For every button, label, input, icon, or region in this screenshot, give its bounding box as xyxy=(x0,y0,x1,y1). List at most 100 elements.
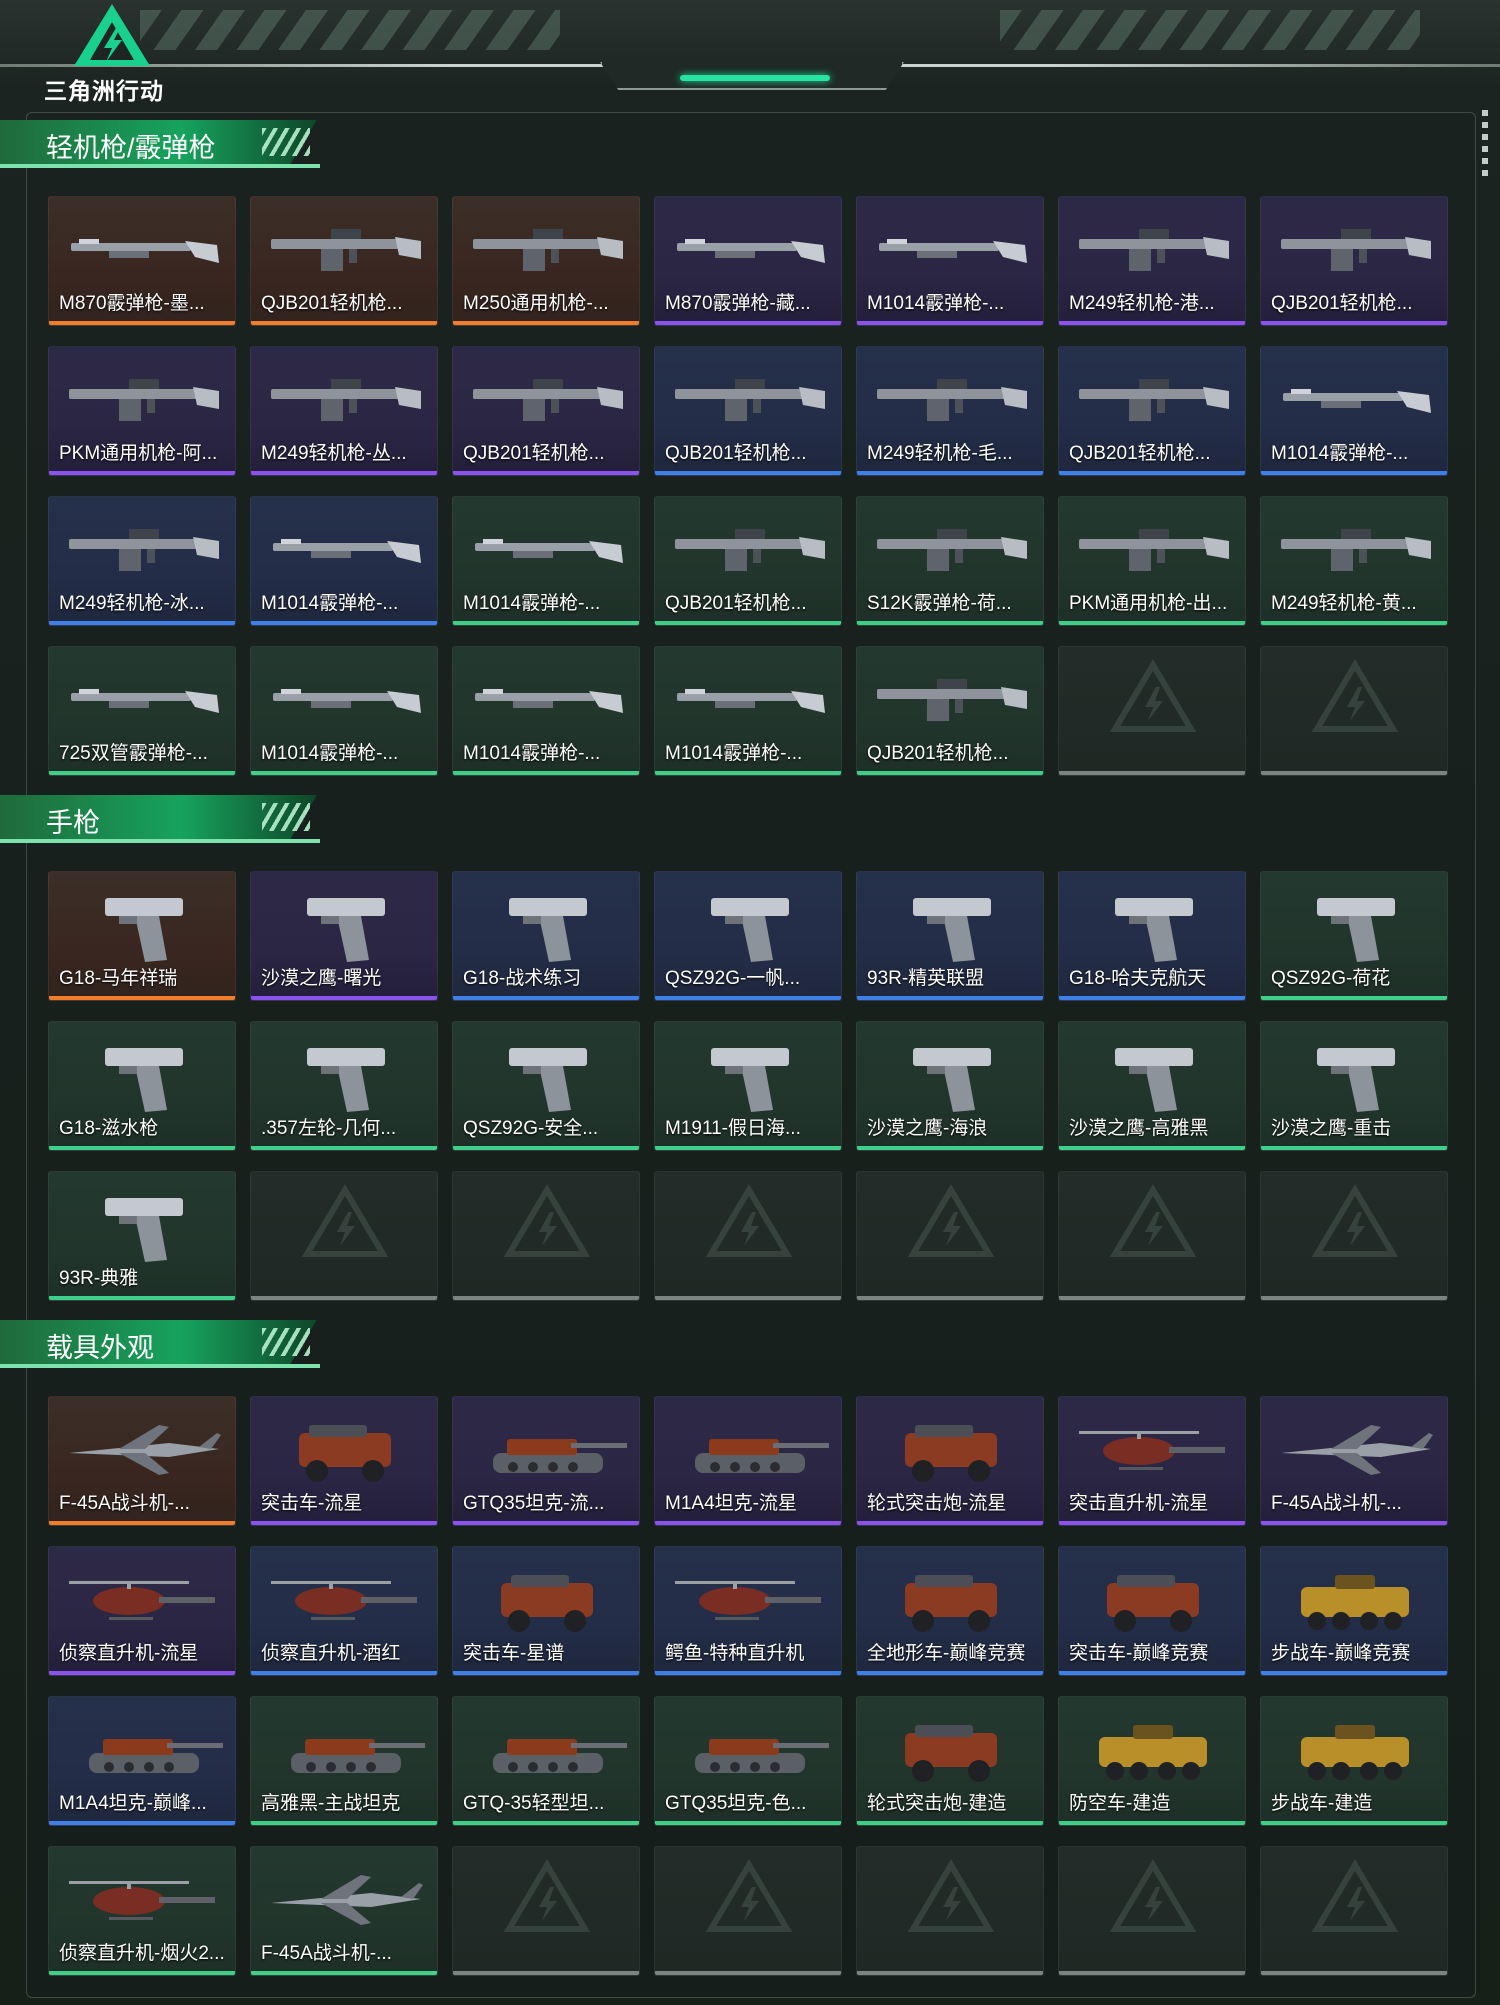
item-card[interactable]: QSZ92G-一帆... xyxy=(654,871,842,1001)
placeholder-icon xyxy=(1311,1184,1399,1257)
item-card[interactable]: M1A4坦克-流星 xyxy=(654,1396,842,1526)
item-card[interactable]: .357左轮-几何... xyxy=(250,1021,438,1151)
item-card[interactable]: M1911-假日海... xyxy=(654,1021,842,1151)
placeholder-icon xyxy=(301,1184,389,1257)
item-card[interactable]: QJB201轻机枪... xyxy=(452,346,640,476)
rarity-bar xyxy=(857,1971,1043,1975)
item-card[interactable]: M1014霰弹枪-... xyxy=(452,646,640,776)
item-card[interactable]: 突击车-星谱 xyxy=(452,1546,640,1676)
rarity-bar xyxy=(453,471,639,475)
heli-icon xyxy=(675,1581,821,1620)
truck-icon xyxy=(905,1425,997,1482)
item-card[interactable]: M1014霰弹枪-... xyxy=(856,196,1044,326)
item-card[interactable]: 沙漠之鹰-海浪 xyxy=(856,1021,1044,1151)
item-name: QJB201轻机枪... xyxy=(665,593,807,614)
rarity-bar xyxy=(49,1521,235,1525)
item-card[interactable]: 93R-精英联盟 xyxy=(856,871,1044,1001)
item-card[interactable]: F-45A战斗机-... xyxy=(48,1396,236,1526)
lmg-icon xyxy=(271,229,421,271)
item-card[interactable]: QJB201轻机枪... xyxy=(856,646,1044,776)
item-card[interactable]: G18-哈夫克航天 xyxy=(1058,871,1246,1001)
item-card[interactable]: 沙漠之鹰-高雅黑 xyxy=(1058,1021,1246,1151)
item-card[interactable]: GTQ35坦克-色... xyxy=(654,1696,842,1826)
item-name: 93R-精英联盟 xyxy=(867,968,985,989)
item-card[interactable]: 沙漠之鹰-重击 xyxy=(1260,1021,1448,1151)
item-card[interactable]: M1014霰弹枪-... xyxy=(250,646,438,776)
item-name: G18-哈夫克航天 xyxy=(1069,968,1207,989)
item-card[interactable]: 93R-典雅 xyxy=(48,1171,236,1301)
item-name: 防空车-建造 xyxy=(1069,1793,1171,1814)
item-card[interactable]: F-45A战斗机-... xyxy=(250,1846,438,1976)
empty-slot xyxy=(452,1171,640,1301)
item-card[interactable]: 突击车-流星 xyxy=(250,1396,438,1526)
item-card[interactable]: M1A4坦克-巅峰... xyxy=(48,1696,236,1826)
item-name: 突击车-流星 xyxy=(261,1493,363,1514)
item-card[interactable]: QJB201轻机枪... xyxy=(654,496,842,626)
item-card[interactable]: M249轻机枪-冰... xyxy=(48,496,236,626)
item-name: M1A4坦克-流星 xyxy=(665,1493,797,1514)
item-card[interactable]: 轮式突击炮-建造 xyxy=(856,1696,1044,1826)
placeholder-icon xyxy=(1109,1184,1197,1257)
item-card[interactable]: 侦察直升机-酒红 xyxy=(250,1546,438,1676)
item-card[interactable]: 高雅黑-主战坦克 xyxy=(250,1696,438,1826)
item-card[interactable]: 防空车-建造 xyxy=(1058,1696,1246,1826)
item-card[interactable]: QSZ92G-安全... xyxy=(452,1021,640,1151)
shotgun-icon xyxy=(71,239,219,263)
item-card[interactable]: 鳄鱼-特种直升机 xyxy=(654,1546,842,1676)
item-card[interactable]: M250通用机枪-... xyxy=(452,196,640,326)
item-card[interactable]: 沙漠之鹰-曙光 xyxy=(250,871,438,1001)
item-card[interactable]: M870霰弹枪-藏... xyxy=(654,196,842,326)
jet-icon xyxy=(1281,1425,1433,1475)
rarity-bar xyxy=(1059,1296,1245,1300)
item-card[interactable]: M1014霰弹枪-... xyxy=(1260,346,1448,476)
item-card[interactable]: PKM通用机枪-出... xyxy=(1058,496,1246,626)
item-card[interactable]: QJB201轻机枪... xyxy=(654,346,842,476)
lmg-icon xyxy=(877,379,1027,421)
item-card[interactable]: M249轻机枪-丛... xyxy=(250,346,438,476)
heli-icon xyxy=(1079,1431,1225,1470)
item-card[interactable]: G18-战术练习 xyxy=(452,871,640,1001)
item-card[interactable]: GTQ35坦克-流... xyxy=(452,1396,640,1526)
item-card[interactable]: 侦察直升机-烟火2... xyxy=(48,1846,236,1976)
item-card[interactable]: 侦察直升机-流星 xyxy=(48,1546,236,1676)
item-card[interactable]: M1014霰弹枪-... xyxy=(250,496,438,626)
item-name: 突击直升机-流星 xyxy=(1069,1493,1209,1514)
item-card[interactable]: M249轻机枪-毛... xyxy=(856,346,1044,476)
rarity-bar xyxy=(453,1821,639,1825)
rarity-bar xyxy=(251,996,437,1000)
item-card[interactable]: 步战车-建造 xyxy=(1260,1696,1448,1826)
item-card[interactable]: M249轻机枪-港... xyxy=(1058,196,1246,326)
item-card[interactable]: 725双管霰弹枪-... xyxy=(48,646,236,776)
rarity-bar xyxy=(1261,321,1447,325)
item-card[interactable]: PKM通用机枪-阿... xyxy=(48,346,236,476)
item-card[interactable]: QJB201轻机枪... xyxy=(250,196,438,326)
item-card[interactable]: 步战车-巅峰竞赛 xyxy=(1260,1546,1448,1676)
item-card[interactable]: 突击车-巅峰竞赛 xyxy=(1058,1546,1246,1676)
item-name: M1A4坦克-巅峰... xyxy=(59,1793,207,1814)
rarity-bar xyxy=(1059,771,1245,775)
item-card[interactable]: M1014霰弹枪-... xyxy=(452,496,640,626)
item-card[interactable]: QJB201轻机枪... xyxy=(1058,346,1246,476)
item-card[interactable]: G18-滋水枪 xyxy=(48,1021,236,1151)
apc-icon xyxy=(1301,1725,1409,1780)
item-card[interactable]: 突击直升机-流星 xyxy=(1058,1396,1246,1526)
item-card[interactable]: G18-马年祥瑞 xyxy=(48,871,236,1001)
item-card[interactable]: 全地形车-巅峰竞赛 xyxy=(856,1546,1044,1676)
item-card[interactable]: M249轻机枪-黄... xyxy=(1260,496,1448,626)
rarity-bar xyxy=(1059,1521,1245,1525)
item-card[interactable]: M1014霰弹枪-... xyxy=(654,646,842,776)
item-card[interactable]: QJB201轻机枪... xyxy=(1260,196,1448,326)
item-card[interactable]: 轮式突击炮-流星 xyxy=(856,1396,1044,1526)
lmg-icon xyxy=(473,379,623,421)
item-card[interactable]: GTQ-35轻型坦... xyxy=(452,1696,640,1826)
item-card[interactable]: S12K霰弹枪-荷... xyxy=(856,496,1044,626)
item-card[interactable]: M870霰弹枪-墨... xyxy=(48,196,236,326)
item-card[interactable]: F-45A战斗机-... xyxy=(1260,1396,1448,1526)
item-name: M1014霰弹枪-... xyxy=(261,593,399,614)
rarity-bar xyxy=(1059,1971,1245,1975)
item-card[interactable]: QSZ92G-荷花 xyxy=(1260,871,1448,1001)
rarity-bar xyxy=(655,1671,841,1675)
lmg-icon xyxy=(1281,529,1431,571)
rarity-bar xyxy=(857,1521,1043,1525)
empty-slot xyxy=(654,1846,842,1976)
